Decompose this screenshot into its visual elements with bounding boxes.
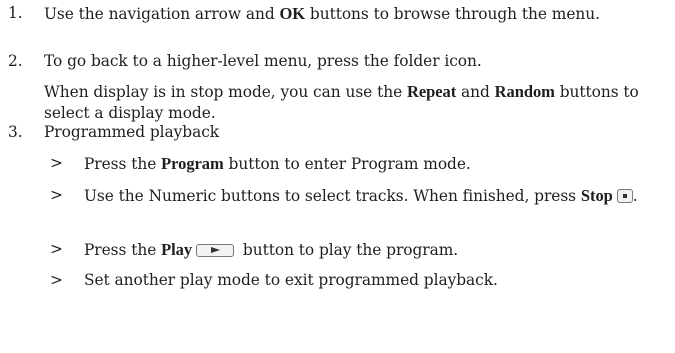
- stop-button-icon: [616, 189, 633, 203]
- step-text: To go back to a higher-level menu, press…: [44, 52, 482, 70]
- list-item-text: Press the Program button to enter Progra…: [84, 154, 471, 173]
- list-item-text: Use the Numeric buttons to select tracks…: [84, 186, 638, 205]
- random-button-label: Random: [494, 82, 555, 101]
- step-number: 3.: [8, 123, 23, 141]
- list-item: > Press the Play button to play the prog…: [0, 239, 672, 261]
- ok-button-label: OK: [279, 4, 306, 23]
- step-note: When display is in stop mode, you can us…: [44, 82, 639, 122]
- list-item-text: Set another play mode to exit programmed…: [84, 271, 498, 289]
- list-item: > Use the Numeric buttons to select trac…: [0, 185, 672, 229]
- bullet-marker: >: [50, 271, 63, 289]
- step-1: 1. Use the navigation arrow and OK butto…: [0, 3, 672, 45]
- bullet-marker: >: [50, 186, 63, 204]
- step-text: Use the navigation arrow and OK buttons …: [44, 4, 600, 23]
- play-button-label: Play: [161, 240, 193, 259]
- repeat-button-label: Repeat: [406, 82, 457, 101]
- stop-button-label: Stop: [580, 186, 613, 205]
- bullet-marker: >: [50, 154, 63, 172]
- step-number: 1.: [8, 4, 23, 22]
- list-item: > Press the Program button to enter Prog…: [0, 153, 672, 175]
- step-number: 2.: [8, 52, 23, 70]
- bullet-marker: >: [50, 240, 63, 258]
- list-item-text: Press the Play button to play the progra…: [84, 240, 459, 259]
- step-3: 3. Programmed playback: [0, 122, 672, 144]
- manual-page: 1. Use the navigation arrow and OK butto…: [0, 0, 675, 353]
- play-button-icon: [196, 244, 235, 257]
- step-text: Programmed playback: [44, 123, 220, 141]
- program-button-label: Program: [161, 154, 224, 173]
- list-item: > Set another play mode to exit programm…: [0, 270, 672, 292]
